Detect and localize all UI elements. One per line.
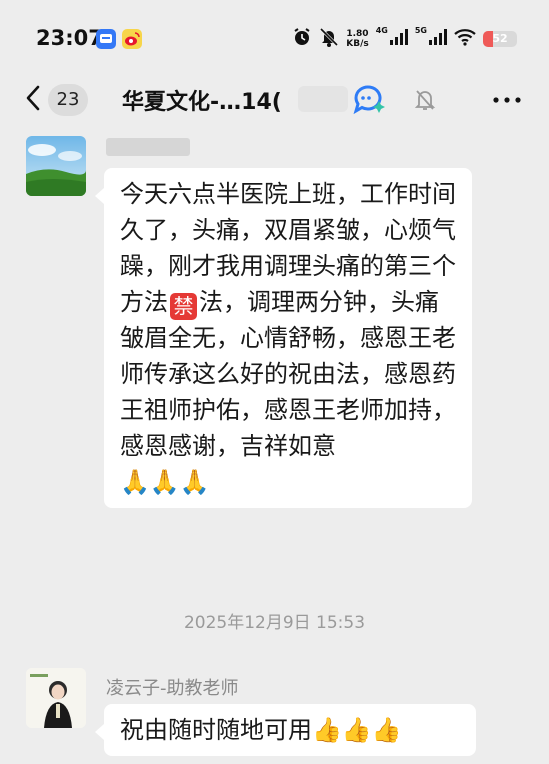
- sender-name-redacted: [106, 138, 190, 158]
- back-button[interactable]: 23: [24, 80, 104, 120]
- redacted-member-count: [298, 86, 348, 112]
- net-tag-5g: 5G: [414, 26, 427, 35]
- battery-icon: 52: [483, 31, 517, 47]
- message-notification-icon: [96, 29, 116, 49]
- avatar[interactable]: [26, 668, 86, 728]
- message-text: 祝由随时随地可用: [120, 716, 312, 744]
- avatar[interactable]: [26, 136, 86, 196]
- redacted-name-block: [106, 138, 190, 156]
- status-indicators: 1.80 KB/s 4G 5G 52: [292, 26, 517, 52]
- signal-icon: [429, 29, 447, 49]
- mute-bell-icon: [319, 27, 339, 51]
- mute-bell-icon[interactable]: [414, 88, 436, 116]
- unread-count-badge: 23: [48, 84, 88, 116]
- back-chevron-icon: [24, 84, 42, 116]
- chat-title-text: 华夏文化-…14(: [122, 90, 282, 115]
- message-bubble[interactable]: 祝由随时随地可用👍👍👍: [95, 704, 476, 756]
- folded-hands-emoji: 🙏🙏🙏: [120, 468, 210, 496]
- wifi-icon: [454, 28, 476, 50]
- status-bar: 23:07 1.80 KB/s 4G 5G 52: [0, 0, 549, 72]
- message-bubble[interactable]: 今天六点半医院上班，工作时间久了，头痛，双眉紧皱，心烦气躁，刚才我用调理头痛的第…: [95, 168, 472, 508]
- ai-chat-icon[interactable]: [352, 84, 386, 120]
- alarm-icon: [292, 27, 312, 51]
- prohibited-emoji-icon: 禁: [170, 293, 197, 320]
- timestamp: 2025年12月9日 15:53: [183, 613, 366, 633]
- sender-name: 凌云子-助教老师: [106, 678, 239, 699]
- signal-icon: [389, 29, 408, 49]
- message-list[interactable]: 今天六点半医院上班，工作时间久了，头痛，双眉紧皱，心烦气躁，刚才我用调理头痛的第…: [0, 128, 549, 764]
- net-speed-unit: KB/s: [346, 39, 369, 49]
- net-tag-4g: 4G: [375, 26, 388, 35]
- net-speed: 1.80 KB/s: [346, 29, 368, 49]
- net-speed-value: 1.80: [346, 29, 369, 39]
- more-icon[interactable]: [492, 90, 522, 114]
- status-time: 23:07: [36, 26, 103, 50]
- chat-header: 23 华夏文化-…14(): [0, 72, 549, 128]
- battery-text: 52: [492, 32, 508, 45]
- weibo-notification-icon: [122, 29, 142, 49]
- thumbs-up-emoji: 👍👍👍: [312, 716, 402, 744]
